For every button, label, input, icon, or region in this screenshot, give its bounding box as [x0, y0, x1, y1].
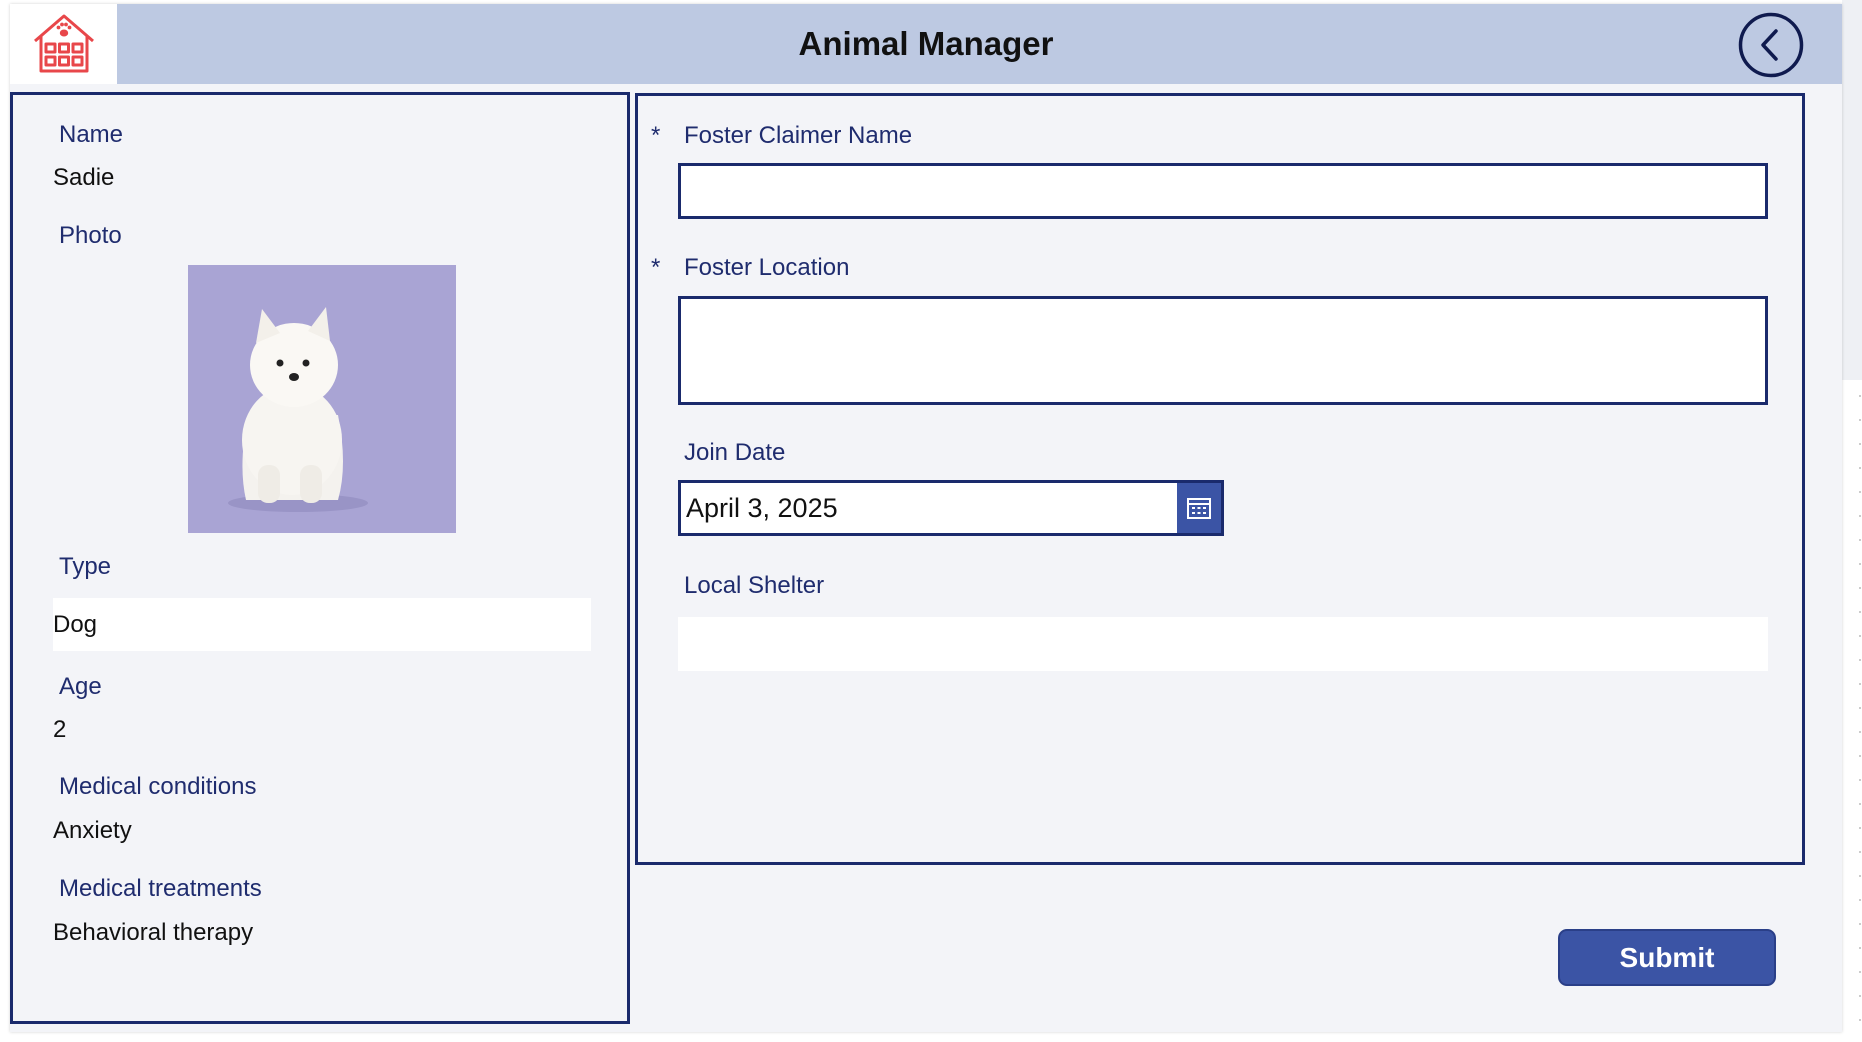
calendar-button[interactable]	[1177, 483, 1221, 533]
page-title: Animal Manager	[798, 25, 1054, 62]
foster-location-label: Foster Location	[684, 254, 850, 281]
logo	[10, 4, 117, 84]
type-value: Dog	[53, 610, 98, 638]
local-shelter-field[interactable]	[678, 617, 1768, 671]
chevron-left-circle-icon	[1738, 12, 1804, 78]
shelter-house-paw-icon	[33, 14, 94, 73]
type-field: Dog	[53, 598, 591, 651]
medical-treatments-label: Medical treatments	[59, 875, 262, 902]
animal-details-panel: Name Sadie Photo Type Dog Age 2 Medical …	[10, 92, 630, 1024]
type-label: Type	[59, 553, 112, 580]
scrollbar-track[interactable]	[1842, 0, 1862, 380]
required-marker: *	[651, 254, 661, 281]
foster-claimer-name-input[interactable]	[678, 163, 1768, 219]
photo-label: Photo	[59, 222, 122, 249]
medical-conditions-label: Medical conditions	[59, 773, 257, 800]
back-button[interactable]	[1738, 12, 1804, 78]
submit-button[interactable]: Submit	[1558, 929, 1776, 986]
foster-claimer-name-label: Foster Claimer Name	[684, 122, 913, 149]
white-puppy-photo	[188, 265, 456, 533]
medical-treatments-value: Behavioral therapy	[53, 919, 254, 946]
foster-form-panel: * Foster Claimer Name * Foster Location …	[635, 93, 1805, 865]
age-value: 2	[53, 716, 67, 743]
medical-conditions-value: Anxiety	[53, 817, 132, 844]
join-date-picker[interactable]: April 3, 2025	[678, 480, 1224, 536]
name-value: Sadie	[53, 164, 115, 191]
foster-location-input[interactable]	[678, 296, 1768, 405]
calendar-icon	[1187, 498, 1211, 519]
local-shelter-label: Local Shelter	[684, 572, 825, 599]
app-screen: Animal Manager Name Sadie Photo Type Dog…	[10, 4, 1842, 1032]
age-label: Age	[59, 673, 102, 700]
name-label: Name	[59, 121, 124, 148]
join-date-label: Join Date	[684, 439, 786, 466]
header-bar: Animal Manager	[10, 4, 1842, 84]
join-date-value[interactable]: April 3, 2025	[681, 493, 1177, 524]
required-marker: *	[651, 122, 661, 149]
